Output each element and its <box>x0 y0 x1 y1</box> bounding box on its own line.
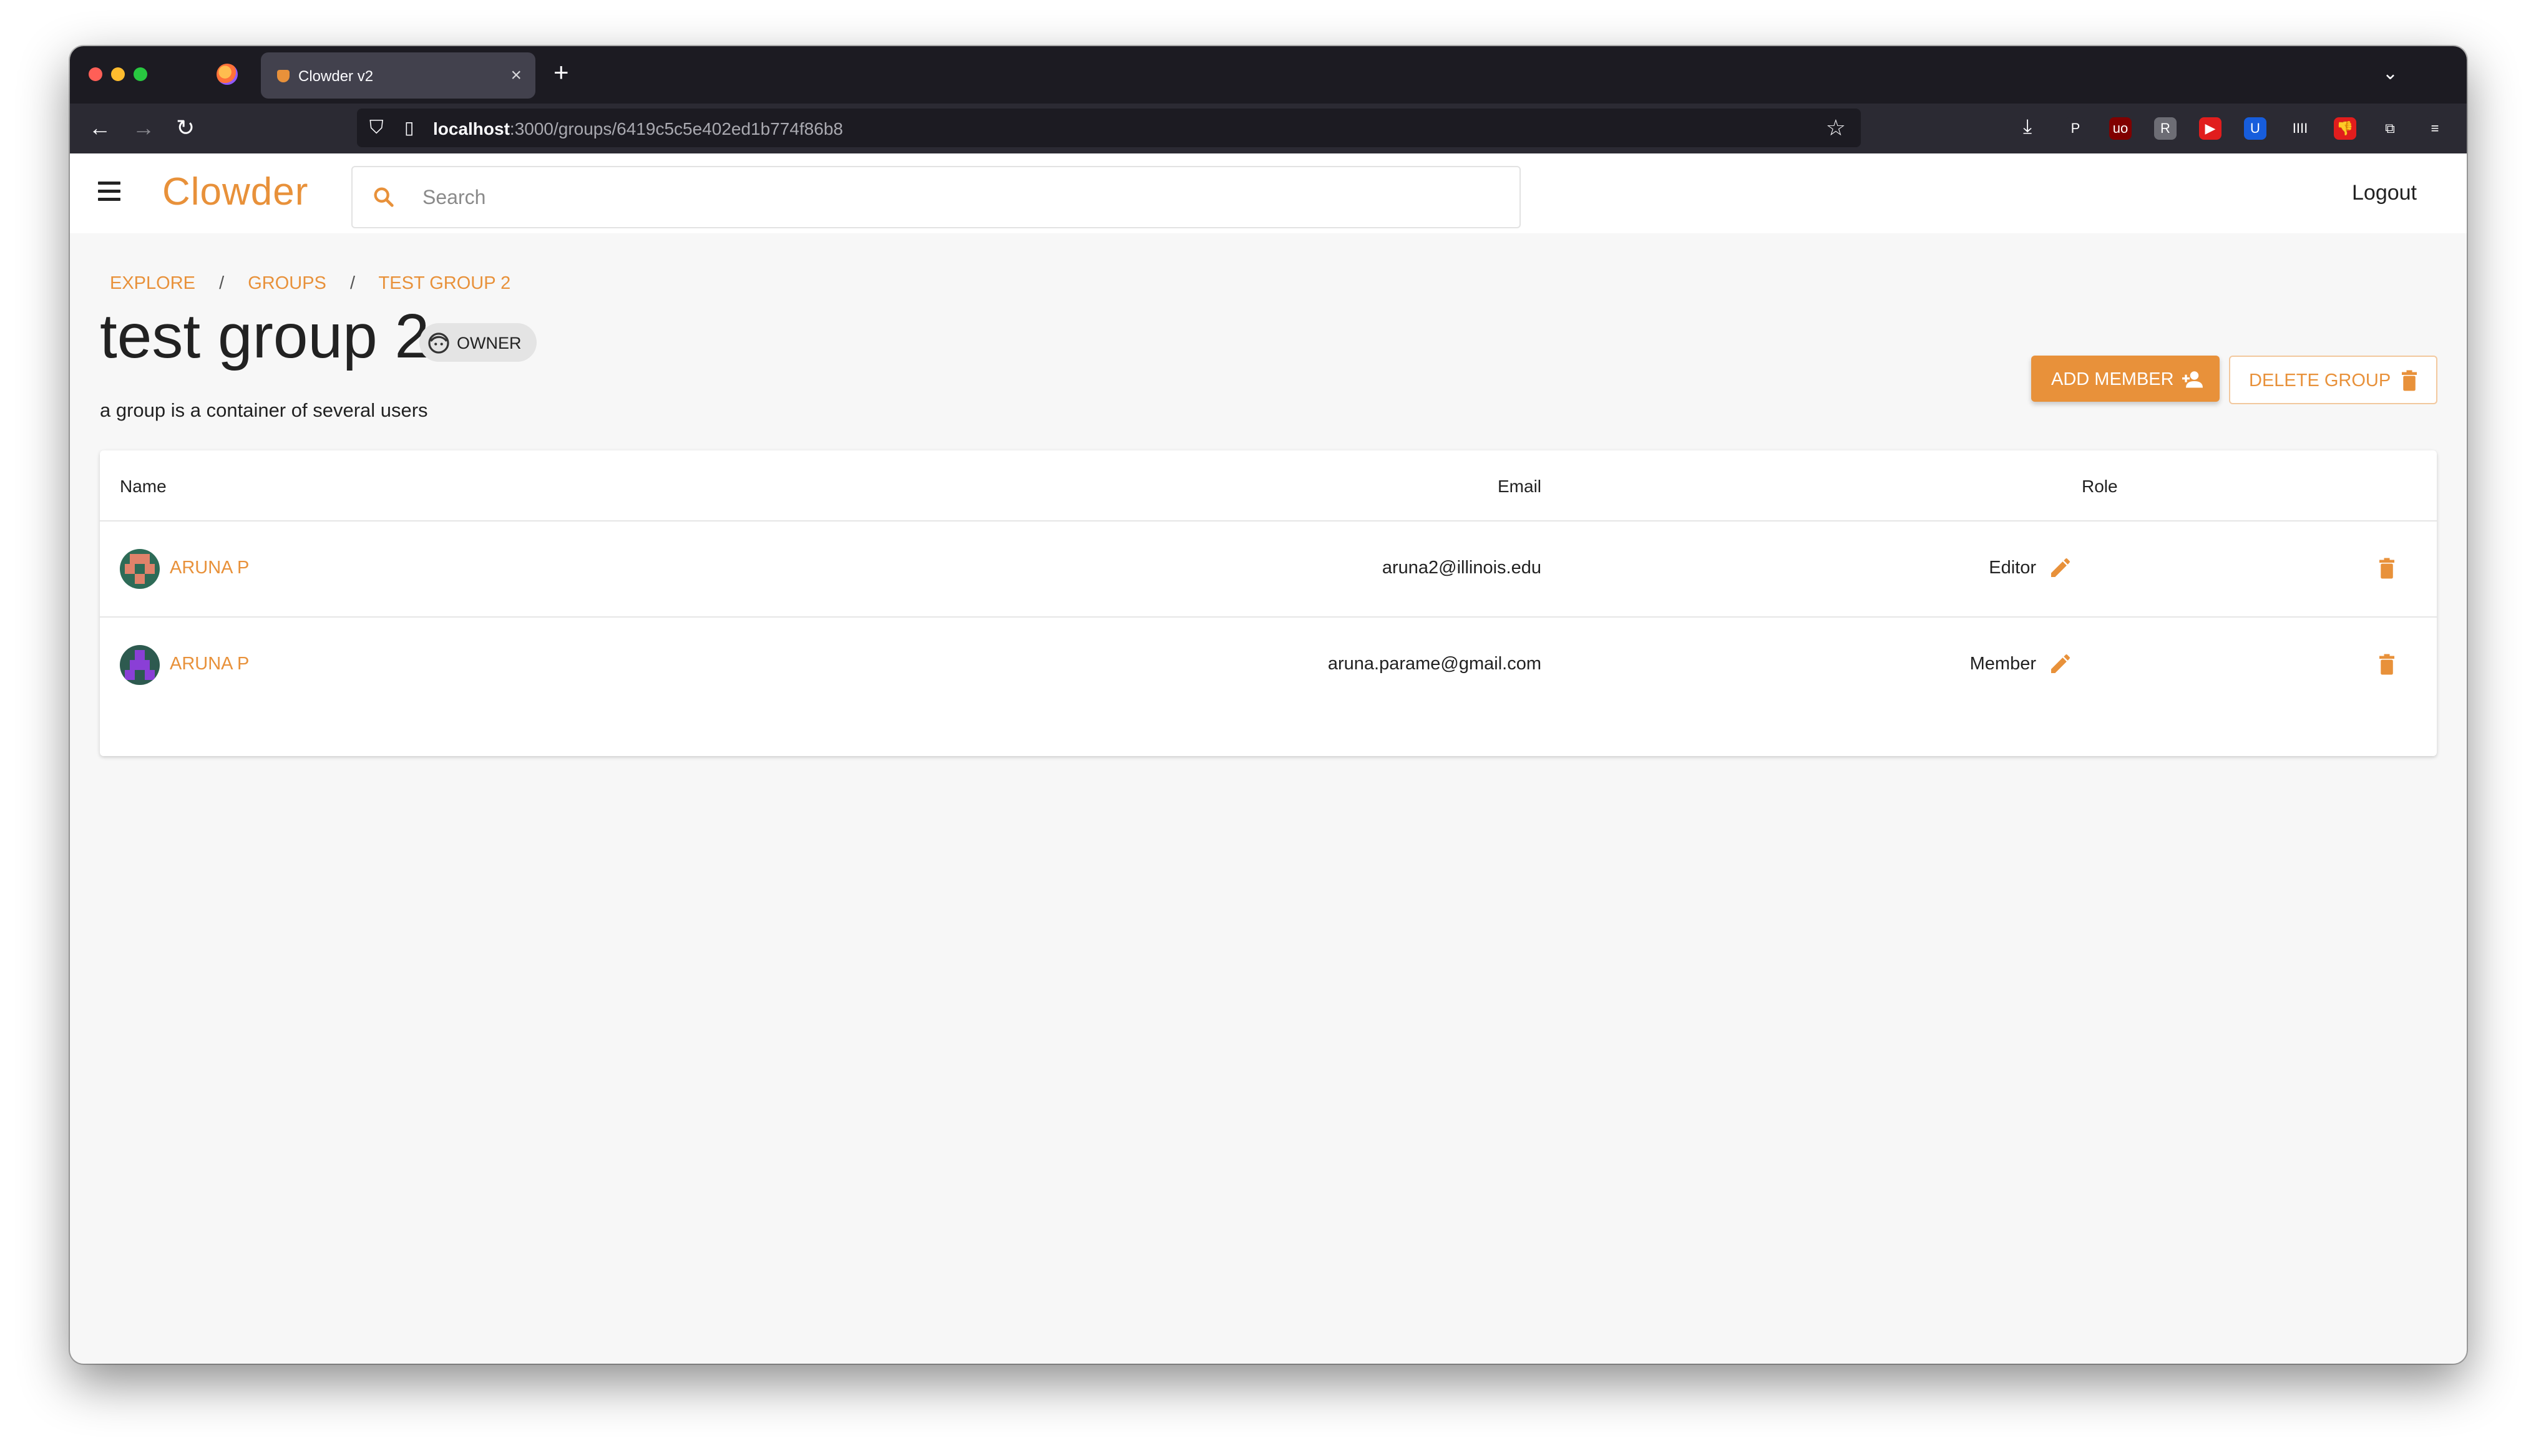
member-name-link[interactable]: ARUNA P <box>170 654 249 674</box>
edit-role-icon[interactable] <box>2048 651 2073 676</box>
hamburger-menu-icon[interactable] <box>98 182 120 206</box>
ublock-icon[interactable]: uo <box>2109 117 2132 140</box>
clowder-logo[interactable]: Clowder <box>162 170 308 214</box>
dislike-icon[interactable]: 👎 <box>2334 117 2356 140</box>
browser-window: Clowder v2 × + ⌄ ← → ↻ ⛉ ▯ localhost:300… <box>70 46 2467 1364</box>
breadcrumb-separator: / <box>349 273 355 293</box>
library-icon[interactable]: IIII <box>2289 117 2311 140</box>
breadcrumb-current[interactable]: TEST GROUP 2 <box>379 273 511 293</box>
youtube-icon[interactable]: ▶ <box>2199 117 2221 140</box>
identicon-icon <box>120 549 160 589</box>
delete-group-button[interactable]: DELETE GROUP <box>2229 356 2437 404</box>
tab-title: Clowder v2 <box>298 68 374 85</box>
url-text[interactable]: localhost:3000/groups/6419c5c5e402ed1b77… <box>433 119 843 139</box>
avatar <box>120 645 160 685</box>
breadcrumb: EXPLORE / GROUPS / TEST GROUP 2 <box>110 273 510 294</box>
reload-button[interactable]: ↻ <box>176 115 195 141</box>
header-name: Name <box>120 477 167 496</box>
puzzle-icon[interactable]: ⧉ <box>2379 117 2401 140</box>
close-tab-icon[interactable]: × <box>510 65 522 86</box>
tab-bar: Clowder v2 × + ⌄ <box>70 46 2467 104</box>
search-icon <box>374 187 394 207</box>
bookmark-star-icon[interactable]: ☆ <box>1826 115 1846 141</box>
reader-icon[interactable]: R <box>2154 117 2177 140</box>
trash-icon <box>2402 370 2417 391</box>
delete-group-label: DELETE GROUP <box>2249 371 2391 391</box>
page-icon: ▯ <box>404 118 414 137</box>
remove-member-icon[interactable] <box>2378 653 2396 676</box>
table-row: ARUNA P aruna.parame@gmail.com Member <box>100 616 2437 714</box>
header-role: Role <box>2082 477 2118 496</box>
breadcrumb-groups[interactable]: GROUPS <box>248 273 326 293</box>
maximize-window-button[interactable] <box>134 67 147 81</box>
face-icon <box>428 332 449 354</box>
owner-chip: OWNER <box>419 323 537 362</box>
add-member-label: ADD MEMBER <box>2051 369 2174 389</box>
member-role: Member <box>1969 654 2036 674</box>
add-member-button[interactable]: ADD MEMBER <box>2031 356 2220 402</box>
url-host: localhost <box>433 119 510 138</box>
logout-button[interactable]: Logout <box>2352 181 2417 205</box>
header-email: Email <box>1498 477 1542 496</box>
new-tab-button[interactable]: + <box>554 57 569 87</box>
identicon-icon <box>120 645 160 685</box>
bitwarden-icon[interactable]: U <box>2244 117 2266 140</box>
edit-role-icon[interactable] <box>2048 555 2073 580</box>
breadcrumb-explore[interactable]: EXPLORE <box>110 273 195 293</box>
member-name-link[interactable]: ARUNA P <box>170 558 249 578</box>
url-bar[interactable]: ⛉ ▯ localhost:3000/groups/6419c5c5e402ed… <box>357 109 1861 147</box>
remove-member-icon[interactable] <box>2378 556 2396 580</box>
group-description: a group is a container of several users <box>100 399 428 421</box>
downloads-icon[interactable]: ⤓ <box>2023 115 2032 138</box>
search-input[interactable] <box>421 181 1485 213</box>
forward-button[interactable]: → <box>132 115 155 141</box>
back-button[interactable]: ← <box>89 115 111 141</box>
browser-tab[interactable]: Clowder v2 × <box>261 52 535 99</box>
shield-icon[interactable]: ⛉ <box>369 117 384 138</box>
owner-chip-label: OWNER <box>457 334 522 352</box>
member-email: aruna2@illinois.edu <box>1382 558 1541 578</box>
firefox-icon <box>217 64 238 85</box>
members-table: Name Email Role ARUNA P aruna2@illinois.… <box>100 450 2437 756</box>
member-email: aruna.parame@gmail.com <box>1327 654 1541 674</box>
person-add-icon <box>2182 371 2203 388</box>
table-row: ARUNA P aruna2@illinois.edu Editor <box>100 520 2437 618</box>
page-title: test group 2 <box>100 301 430 371</box>
minimize-window-button[interactable] <box>111 67 125 81</box>
clowder-favicon-icon <box>277 70 290 82</box>
search-box[interactable] <box>351 166 1521 228</box>
list-tabs-icon[interactable]: ⌄ <box>2382 62 2398 84</box>
member-role: Editor <box>1989 558 2036 578</box>
menu-icon[interactable]: ≡ <box>2424 117 2446 140</box>
close-window-button[interactable] <box>89 67 102 81</box>
pocket-icon[interactable]: P <box>2064 117 2087 140</box>
navigation-bar: ← → ↻ ⛉ ▯ localhost:3000/groups/6419c5c5… <box>70 104 2467 153</box>
app-header: Clowder Logout <box>70 153 2467 233</box>
avatar <box>120 549 160 589</box>
breadcrumb-separator: / <box>219 273 225 293</box>
url-path: :3000/groups/6419c5c5e402ed1b774f86b8 <box>509 119 843 138</box>
